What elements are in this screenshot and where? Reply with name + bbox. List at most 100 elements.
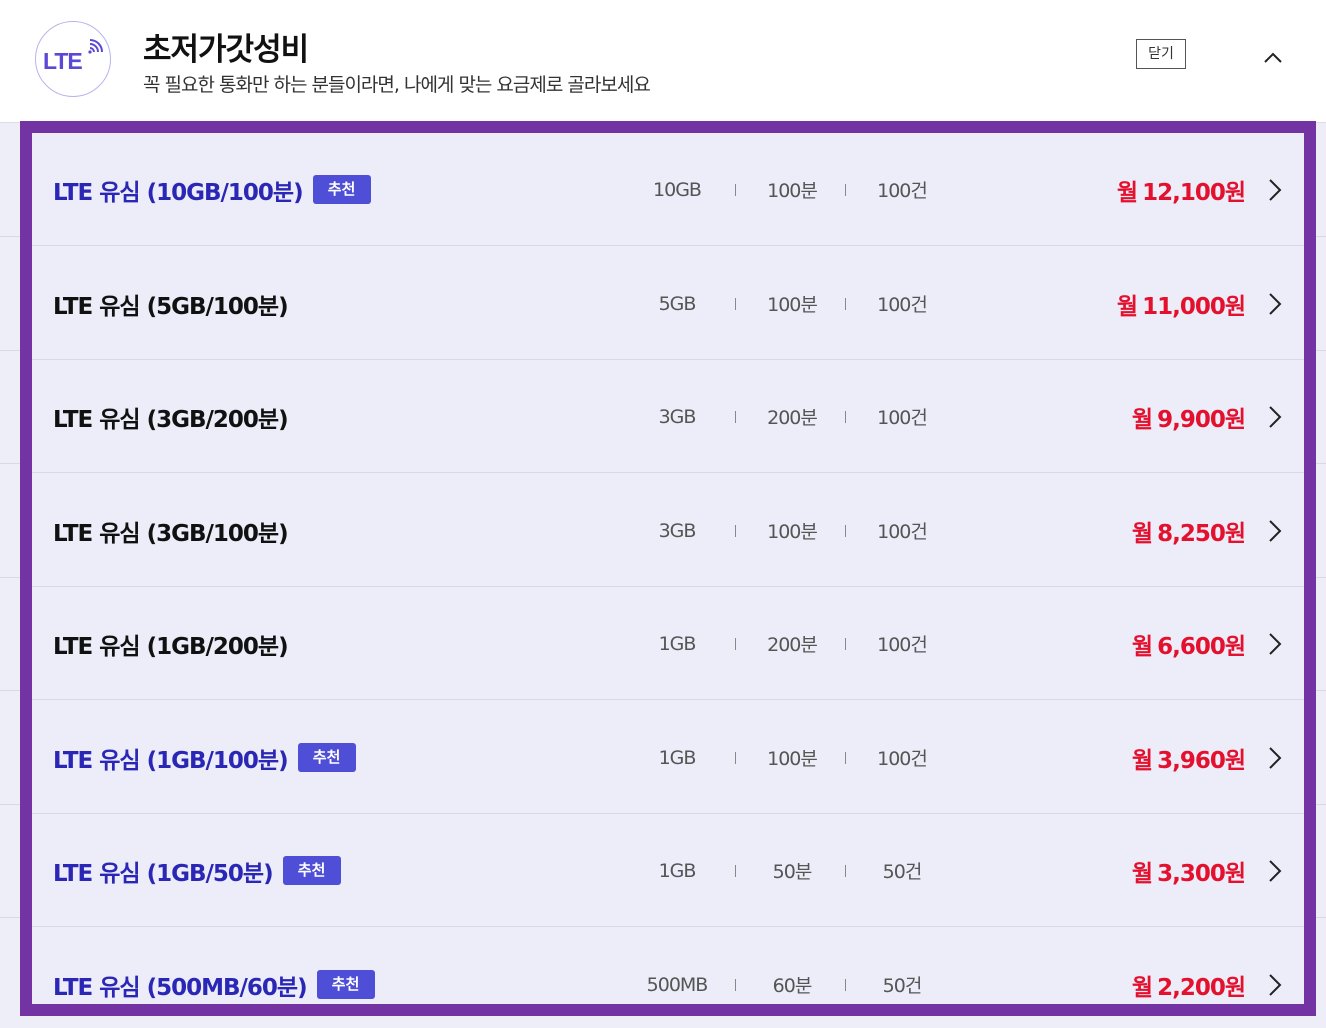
lte-badge-text: LTE (43, 48, 83, 74)
price-prefix: 월 (1131, 747, 1153, 774)
price-prefix: 월 (1116, 293, 1138, 320)
plan-data: 1GB (658, 632, 697, 655)
plan-name: LTE 유심 (1GB/100분) 추천 (53, 701, 356, 814)
plan-row[interactable]: LTE 유심 (1GB/50분) 추천 1GB 50분 50건 월 3,300원 (32, 814, 1304, 927)
plan-name: LTE 유심 (1GB/50분) 추천 (53, 814, 341, 927)
close-button[interactable]: 닫기 (1136, 39, 1186, 69)
spec-divider (735, 184, 736, 196)
plan-name-text: LTE 유심 (1GB/200분) (53, 633, 289, 660)
recommended-badge: 추천 (282, 856, 341, 885)
price-value: 3,300원 (1157, 860, 1246, 887)
recommended-badge: 추천 (316, 970, 375, 999)
plan-name-text: LTE 유심 (5GB/100분) (53, 293, 289, 320)
spec-divider (845, 298, 846, 310)
price-prefix: 월 (1131, 974, 1153, 1001)
plan-voice: 50분 (772, 861, 813, 883)
spec-divider (845, 979, 846, 991)
plan-list: LTE 유심 (10GB/100분) 추천 10GB 100분 100건 월 1… (20, 121, 1316, 1016)
recommended-badge: 추천 (312, 175, 371, 204)
section-header: LTE 초저가갓성비 꼭 필요한 통화만 하는 분들이라면, 나에게 맞는 요금… (0, 0, 1326, 123)
plan-price: 월 3,300원 (1131, 814, 1246, 927)
plan-sms: 100건 (877, 748, 928, 770)
section-subtitle: 꼭 필요한 통화만 하는 분들이라면, 나에게 맞는 요금제로 골라보세요 (143, 74, 651, 96)
spec-divider (735, 638, 736, 650)
chevron-right-icon[interactable] (1268, 405, 1282, 429)
chevron-right-icon[interactable] (1268, 178, 1282, 202)
lte-signal-icon: LTE (35, 21, 111, 97)
chevron-right-icon[interactable] (1268, 292, 1282, 316)
plan-sms: 100건 (877, 407, 928, 429)
plan-list-page: LTE 초저가갓성비 꼭 필요한 통화만 하는 분들이라면, 나에게 맞는 요금… (0, 0, 1326, 1028)
chevron-right-icon[interactable] (1268, 632, 1282, 656)
plan-data: 10GB (653, 178, 702, 201)
spec-divider (735, 411, 736, 423)
plan-price: 월 11,000원 (1116, 247, 1246, 360)
plan-data: 3GB (658, 405, 697, 428)
price-prefix: 월 (1131, 860, 1153, 887)
plan-sms: 100건 (877, 180, 928, 202)
plan-sms: 100건 (877, 521, 928, 543)
plan-price: 월 8,250원 (1132, 474, 1246, 587)
plan-voice: 100분 (767, 521, 818, 543)
plan-name-text: LTE 유심 (1GB/50분) (53, 860, 274, 887)
plan-price: 월 3,960원 (1131, 701, 1246, 814)
plan-data: 1GB (658, 859, 697, 882)
spec-divider (735, 752, 736, 764)
plan-row[interactable]: LTE 유심 (500MB/60분) 추천 500MB 60분 50건 월 2,… (32, 928, 1304, 1004)
section-title: 초저가갓성비 (143, 32, 309, 68)
plan-voice: 100분 (767, 294, 818, 316)
spec-divider (735, 525, 736, 537)
plan-name: LTE 유심 (1GB/200분) (53, 587, 289, 700)
plan-price: 월 9,900원 (1131, 360, 1246, 473)
spec-divider (845, 865, 846, 877)
price-prefix: 월 (1116, 179, 1138, 206)
chevron-right-icon[interactable] (1268, 746, 1282, 770)
spec-divider (845, 525, 846, 537)
plan-name-text: LTE 유심 (3GB/200분) (53, 406, 289, 433)
plan-row[interactable]: LTE 유심 (5GB/100분) 5GB 100분 100건 월 11,000… (32, 247, 1304, 360)
price-value: 11,000원 (1142, 293, 1246, 320)
chevron-up-icon[interactable] (1262, 47, 1284, 69)
plan-row[interactable]: LTE 유심 (3GB/200분) 3GB 200분 100건 월 9,900원 (32, 360, 1304, 473)
plan-voice: 200분 (767, 407, 818, 429)
spec-divider (845, 638, 846, 650)
plan-row[interactable]: LTE 유심 (1GB/200분) 1GB 200분 100건 월 6,600원 (32, 587, 1304, 700)
plan-name: LTE 유심 (5GB/100분) (53, 247, 289, 360)
plan-name-text: LTE 유심 (500MB/60분) (53, 974, 308, 1001)
price-value: 12,100원 (1142, 179, 1246, 206)
plan-data: 5GB (658, 292, 697, 315)
spec-divider (735, 979, 736, 991)
plan-data: 500MB (646, 973, 709, 996)
plan-name: LTE 유심 (10GB/100분) 추천 (53, 133, 371, 246)
plan-row[interactable]: LTE 유심 (10GB/100분) 추천 10GB 100분 100건 월 1… (32, 133, 1304, 246)
price-value: 6,600원 (1157, 633, 1246, 660)
plan-voice: 100분 (767, 748, 818, 770)
plan-sms: 50건 (882, 861, 923, 883)
spec-divider (845, 752, 846, 764)
chevron-right-icon[interactable] (1268, 973, 1282, 997)
price-value: 2,200원 (1157, 974, 1246, 1001)
price-prefix: 월 (1131, 406, 1153, 433)
plan-name-text: LTE 유심 (3GB/100분) (53, 520, 289, 547)
plan-name: LTE 유심 (500MB/60분) 추천 (53, 928, 375, 1004)
chevron-right-icon[interactable] (1268, 519, 1282, 543)
plan-price: 월 2,200원 (1131, 928, 1246, 1004)
chevron-right-icon[interactable] (1268, 859, 1282, 883)
price-prefix: 월 (1131, 633, 1153, 660)
plan-sms: 50건 (882, 975, 923, 997)
spec-divider (735, 865, 736, 877)
price-value: 3,960원 (1157, 747, 1246, 774)
plan-name: LTE 유심 (3GB/200분) (53, 360, 289, 473)
plan-data: 3GB (658, 519, 697, 542)
spec-divider (735, 298, 736, 310)
plan-voice: 100분 (767, 180, 818, 202)
recommended-badge: 추천 (297, 743, 356, 772)
plan-name-text: LTE 유심 (10GB/100분) (53, 179, 304, 206)
price-value: 8,250원 (1157, 520, 1246, 547)
signal-waves-icon (88, 39, 103, 54)
plan-voice: 60분 (772, 975, 813, 997)
plan-row[interactable]: LTE 유심 (1GB/100분) 추천 1GB 100분 100건 월 3,9… (32, 701, 1304, 814)
plan-name-text: LTE 유심 (1GB/100분) (53, 747, 289, 774)
plan-row[interactable]: LTE 유심 (3GB/100분) 3GB 100분 100건 월 8,250원 (32, 474, 1304, 587)
plan-voice: 200분 (767, 634, 818, 656)
